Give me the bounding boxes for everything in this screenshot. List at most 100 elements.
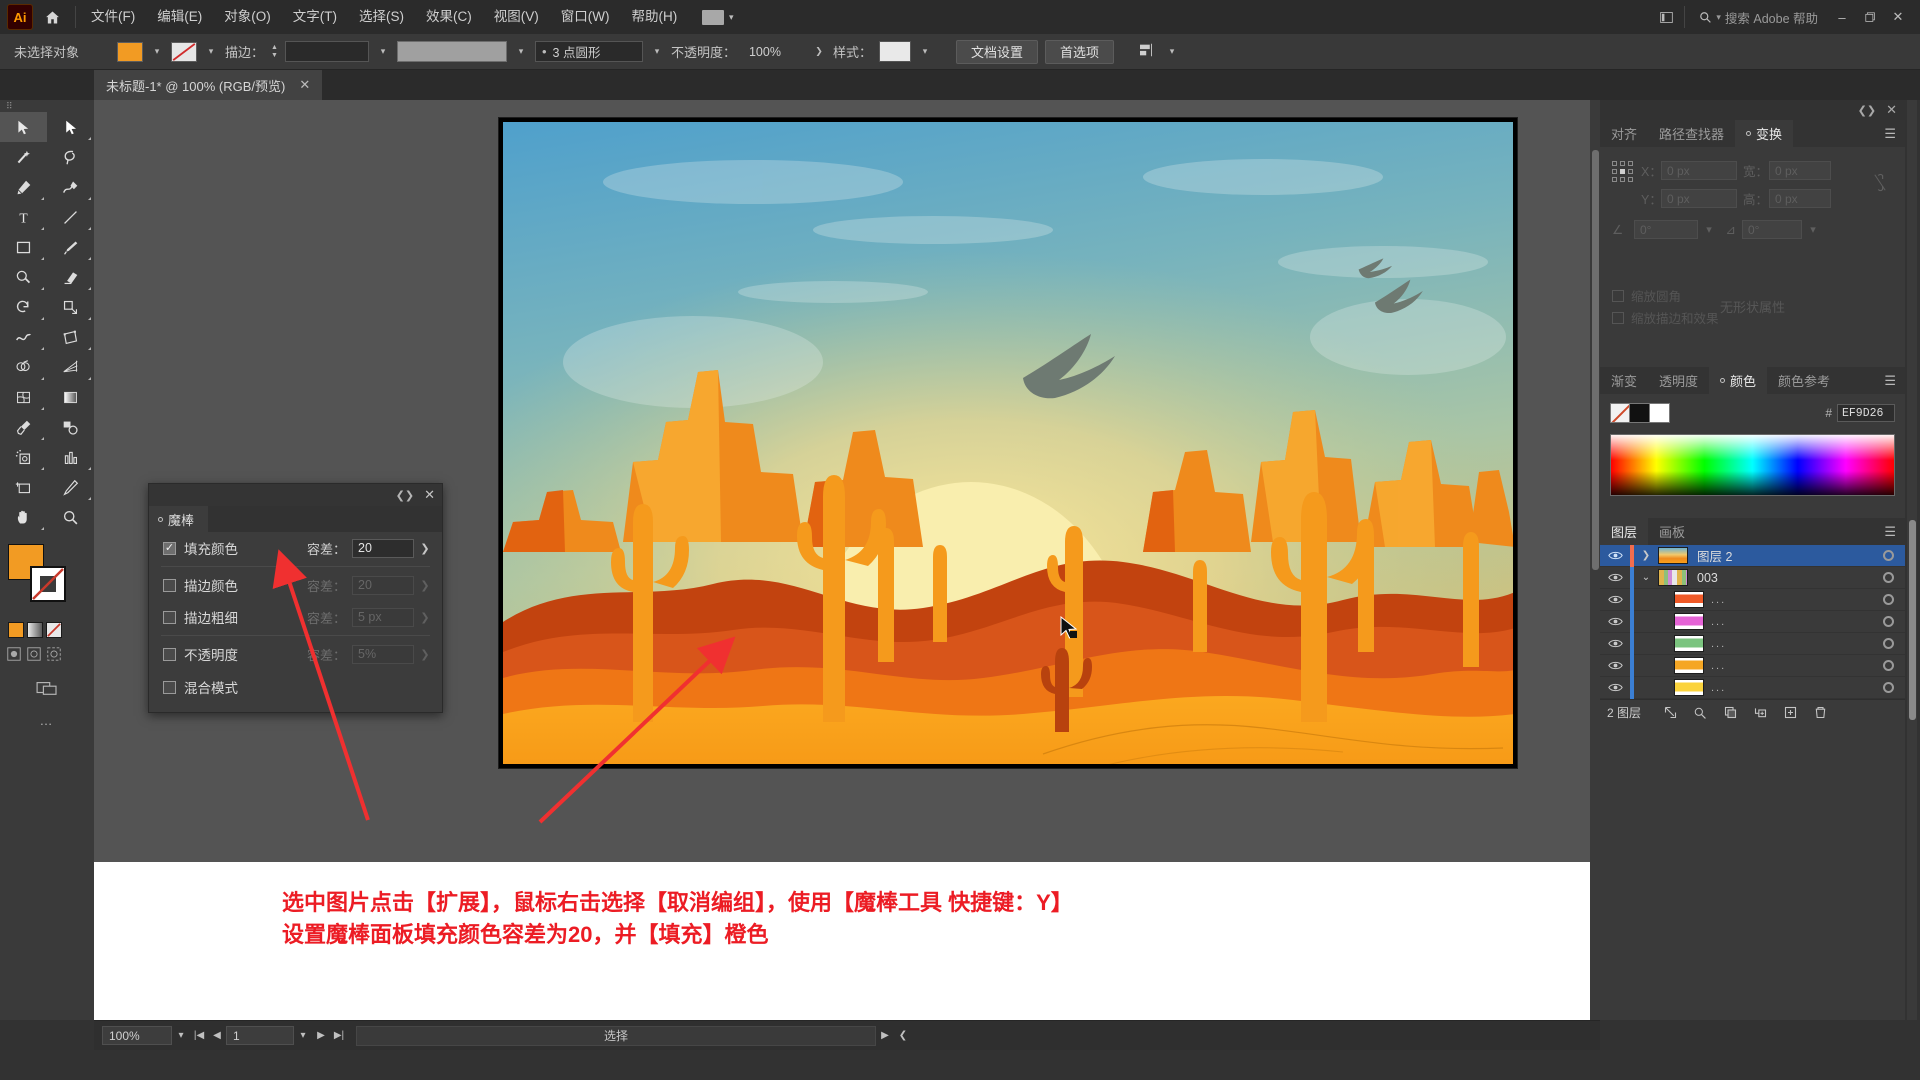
panel-toggle-icon[interactable] (1652, 0, 1680, 34)
stroke-color-swatch[interactable] (171, 41, 198, 62)
shape-builder-tool[interactable] (0, 352, 47, 382)
style-dropdown-icon[interactable]: ▾ (918, 42, 932, 62)
input-tolerance-opacity[interactable]: 5% (352, 644, 414, 664)
symbol-sprayer-tool[interactable] (0, 442, 47, 472)
eye-icon[interactable] (1600, 616, 1630, 627)
zoom-level-input[interactable]: 100% (102, 1026, 172, 1045)
wand-row-stroke-weight[interactable]: 描边粗细 容差： 5 px ❯ (149, 601, 442, 633)
minimize-button[interactable]: – (1828, 0, 1856, 34)
panel-menu-icon[interactable]: ☰ (1884, 524, 1905, 540)
slice-tool[interactable] (47, 472, 94, 502)
menu-object[interactable]: 对象(O) (213, 0, 282, 34)
eye-icon[interactable] (1600, 594, 1630, 605)
target-indicator[interactable] (1871, 638, 1905, 649)
input-tolerance-stroke-color[interactable]: 20 (352, 575, 414, 595)
link-broken-icon[interactable] (1867, 161, 1893, 192)
target-indicator[interactable] (1871, 616, 1905, 627)
angle-dropdown-icon[interactable]: ▾ (1704, 223, 1714, 236)
close-icon[interactable]: ✕ (424, 487, 435, 503)
color-button[interactable] (8, 622, 24, 638)
magic-wand-panel[interactable]: ❮❯ ✕ 魔棒 填充颜色 容差： 20 ❯ 描边颜色 容差： 20 ❯ 描边粗细… (148, 483, 443, 713)
wand-row-opacity[interactable]: 不透明度 容差： 5% ❯ (149, 638, 442, 670)
status-expand-icon[interactable]: ▶ (876, 1030, 894, 1041)
table-row[interactable]: ... (1600, 588, 1905, 611)
lasso-tool[interactable] (47, 142, 94, 172)
variable-width-profile[interactable] (396, 41, 507, 62)
first-artboard-icon[interactable]: |◀ (190, 1030, 208, 1041)
artboard[interactable] (498, 117, 1518, 769)
canvas-vertical-scrollbar[interactable] (1590, 100, 1600, 1020)
home-icon[interactable] (33, 0, 71, 34)
target-indicator[interactable] (1871, 594, 1905, 605)
gradient-button[interactable] (27, 622, 43, 638)
rectangle-tool[interactable] (0, 232, 47, 262)
perspective-grid-tool[interactable] (47, 352, 94, 382)
target-indicator[interactable] (1871, 682, 1905, 693)
none-swatch-icon[interactable] (1610, 403, 1630, 423)
search-icon[interactable] (1685, 700, 1715, 726)
table-row[interactable]: ❯ 图层 2 (1600, 544, 1905, 567)
chevron-down-icon[interactable]: ⌄ (1634, 572, 1658, 583)
eraser-tool[interactable] (47, 262, 94, 292)
target-indicator[interactable] (1871, 572, 1905, 583)
input-x[interactable]: 0 px (1661, 161, 1737, 180)
opacity-value[interactable]: 100% (743, 41, 805, 62)
opacity-options-icon[interactable]: ❯ (812, 42, 826, 62)
eye-icon[interactable] (1600, 660, 1630, 671)
make-clipping-mask-icon[interactable] (1715, 700, 1745, 726)
stroke-stepper[interactable]: ▲ ▼ (271, 44, 278, 59)
align-icon[interactable] (1138, 42, 1158, 61)
stroke-dropdown-icon[interactable]: ▾ (204, 42, 218, 62)
artboard-tool[interactable] (0, 472, 47, 502)
eye-icon[interactable] (1600, 682, 1630, 693)
status-menu-icon[interactable]: ❮ (894, 1030, 912, 1041)
toolbar-grip[interactable]: ⠿ (0, 100, 94, 112)
more-tools-button[interactable]: … (0, 697, 94, 728)
chevron-right-icon[interactable]: ❯ (1634, 550, 1658, 561)
menu-edit[interactable]: 编辑(E) (146, 0, 213, 34)
next-artboard-icon[interactable]: ▶ (312, 1030, 330, 1041)
checkbox-fill-color[interactable] (163, 541, 176, 555)
tab-artboards[interactable]: 画板 (1648, 518, 1696, 545)
hex-value-input[interactable]: EF9D26 (1837, 404, 1895, 422)
width-tool[interactable] (0, 322, 47, 352)
menu-file[interactable]: 文件(F) (80, 0, 146, 34)
align-dropdown-icon[interactable]: ▾ (1165, 42, 1179, 62)
prev-artboard-icon[interactable]: ◀ (208, 1030, 226, 1041)
artboard-dropdown-icon[interactable]: ▾ (294, 1030, 312, 1041)
search-adobe-help[interactable]: ▾ 搜索 Adobe 帮助 (1689, 8, 1828, 27)
tab-gradient[interactable]: 渐变 (1600, 367, 1648, 394)
input-shear[interactable]: 0° (1742, 220, 1802, 239)
tolerance-fill-stepper-icon[interactable]: ❯ (420, 542, 430, 555)
gradient-tool[interactable] (47, 382, 94, 412)
input-tolerance-fill[interactable]: 20 (352, 538, 414, 558)
blend-tool[interactable] (47, 412, 94, 442)
tab-transform[interactable]: 变换 (1735, 120, 1794, 147)
locate-object-icon[interactable] (1655, 700, 1685, 726)
column-graph-tool[interactable] (47, 442, 94, 472)
magic-wand-panel-header[interactable]: ❮❯ ✕ (149, 484, 442, 506)
line-segment-tool[interactable] (47, 202, 94, 232)
dock-vertical-scrollbar[interactable] (1907, 100, 1917, 1020)
free-transform-tool[interactable] (47, 322, 94, 352)
delete-layer-icon[interactable] (1805, 700, 1835, 726)
menu-select[interactable]: 选择(S) (348, 0, 415, 34)
workspace-switcher-icon[interactable]: ▾ (688, 7, 744, 27)
eye-icon[interactable] (1600, 638, 1630, 649)
draw-inside-icon[interactable] (46, 646, 62, 665)
fill-dropdown-icon[interactable]: ▾ (150, 42, 164, 62)
tolerance-stroke-color-stepper-icon[interactable]: ❯ (420, 579, 430, 592)
width-profile-dropdown-icon[interactable]: ▾ (514, 42, 528, 62)
table-row[interactable]: ... (1600, 632, 1905, 655)
graphic-style-swatch[interactable] (879, 41, 911, 62)
checkbox-blending-mode[interactable] (163, 680, 176, 694)
paintbrush-tool[interactable] (47, 232, 94, 262)
target-indicator[interactable] (1871, 660, 1905, 671)
input-y[interactable]: 0 px (1661, 189, 1737, 208)
color-spectrum[interactable] (1610, 434, 1895, 496)
tool-status-field[interactable]: 选择 (356, 1025, 876, 1046)
tolerance-opacity-stepper-icon[interactable]: ❯ (420, 648, 430, 661)
last-artboard-icon[interactable]: ▶| (330, 1030, 348, 1041)
tolerance-stroke-weight-stepper-icon[interactable]: ❯ (420, 611, 430, 624)
document-setup-button[interactable]: 文档设置 (956, 39, 1039, 64)
